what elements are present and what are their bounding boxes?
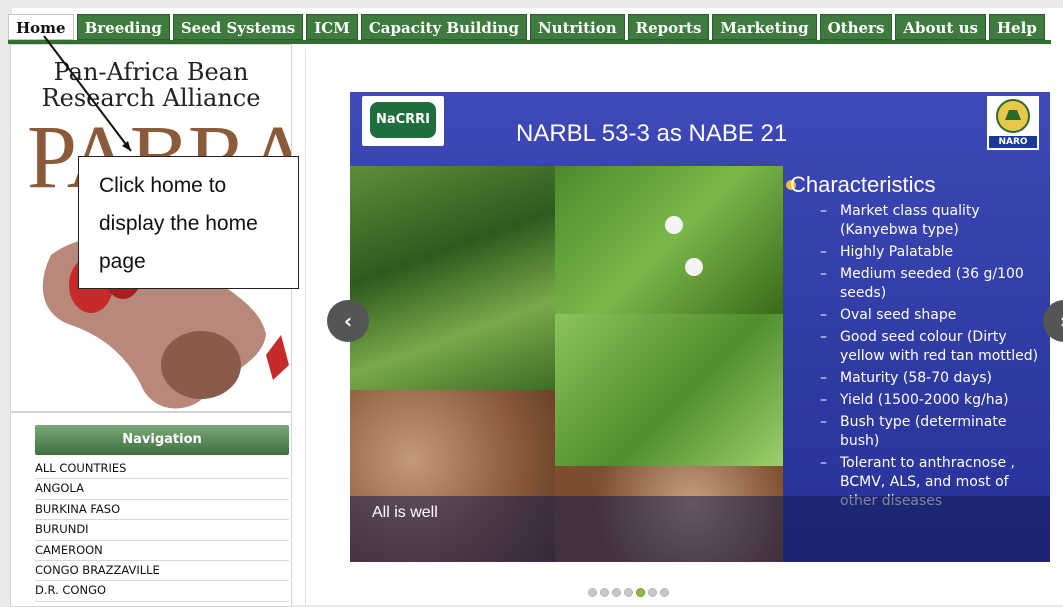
characteristic-item: Medium seeded (36 g/100 seeds) [820, 265, 1042, 303]
slide-caption: All is well [372, 504, 438, 521]
characteristic-item: Bush type (determinate bush) [820, 413, 1042, 451]
nav-tab-home[interactable]: Home [8, 14, 74, 40]
previous-slide-button[interactable]: ‹ [327, 300, 369, 342]
top-navigation: Home Breeding Seed Systems ICM Capacity Buil… [8, 14, 1045, 40]
bean-flower-image [665, 216, 683, 234]
nav-tab-breeding[interactable]: Breeding [76, 14, 170, 40]
slide-indicator-dots [588, 588, 669, 597]
country-link[interactable]: ANGOLA [35, 479, 289, 500]
slide-dot[interactable] [624, 588, 633, 597]
slideshow-slide: NaCRRI NARO NARBL 53-3 as NABE 21 Charac… [350, 92, 1050, 562]
characteristic-item: Good seed colour (Dirty yellow with red … [820, 328, 1042, 366]
slide-dot[interactable] [588, 588, 597, 597]
country-link[interactable]: BURUNDI [35, 520, 289, 541]
column-divider [305, 48, 306, 605]
bean-foliage-photo [555, 314, 783, 466]
nav-tab-nutrition[interactable]: Nutrition [529, 14, 625, 40]
characteristic-item: Highly Palatable [820, 243, 1042, 262]
naro-logo-text: NARO [989, 136, 1037, 148]
nacrri-logo: NaCRRI [362, 96, 444, 146]
nav-tab-about-us[interactable]: About us [895, 14, 986, 40]
country-link[interactable]: D.R. CONGO [35, 581, 289, 602]
slide-dot[interactable] [648, 588, 657, 597]
nav-tab-capacity-building[interactable]: Capacity Building [360, 14, 527, 40]
country-link[interactable]: ALL COUNTRIES [35, 459, 289, 480]
help-callout-box: Click home to display the home page [78, 156, 299, 289]
naro-logo: NARO [987, 96, 1039, 150]
slide-dot[interactable] [660, 588, 669, 597]
country-link[interactable]: BURKINA FASO [35, 500, 289, 521]
bean-flower-image [685, 258, 703, 276]
logo-title: Pan-Africa Bean Research Alliance [11, 59, 291, 111]
navigation-header: Navigation [35, 425, 289, 455]
naro-emblem-icon [996, 99, 1030, 133]
nav-tab-icm[interactable]: ICM [306, 14, 358, 40]
caption-bar [350, 496, 1050, 562]
navigation-panel: Navigation ALL COUNTRIES ANGOLA BURKINA FA… [10, 412, 292, 607]
bean-plant-photo [350, 166, 555, 390]
nacrri-logo-text: NaCRRI [370, 102, 436, 138]
characteristics-list: Market class quality (Kanyebwa type) High… [820, 202, 1042, 514]
slide-dot[interactable] [600, 588, 609, 597]
logo-line-1: Pan-Africa Bean [53, 58, 249, 86]
slide-dot[interactable] [612, 588, 621, 597]
characteristic-item: Market class quality (Kanyebwa type) [820, 202, 1042, 240]
nav-tab-marketing[interactable]: Marketing [712, 14, 817, 40]
characteristic-item: Yield (1500-2000 kg/ha) [820, 391, 1042, 410]
characteristics-title: Characteristics [790, 172, 936, 197]
nav-tab-help[interactable]: Help [988, 14, 1045, 40]
slide-title: NARBL 53-3 as NABE 21 [516, 120, 788, 147]
country-list: ALL COUNTRIES ANGOLA BURKINA FASO BURUNDI CA… [35, 459, 289, 606]
callout-text: Click home to display the home page [99, 174, 258, 273]
country-link[interactable]: EASTERN CONGO [35, 602, 289, 606]
bean-leaves-photo [555, 166, 783, 314]
characteristic-item: Maturity (58-70 days) [820, 369, 1042, 388]
country-link[interactable]: CONGO BRAZZAVILLE [35, 561, 289, 582]
slide-dot[interactable] [636, 588, 645, 597]
nav-tab-reports[interactable]: Reports [627, 14, 710, 40]
characteristic-item: Oval seed shape [820, 306, 1042, 325]
nav-tab-others[interactable]: Others [819, 14, 893, 40]
country-link[interactable]: CAMEROON [35, 541, 289, 561]
nav-tab-seed-systems[interactable]: Seed Systems [172, 14, 304, 40]
